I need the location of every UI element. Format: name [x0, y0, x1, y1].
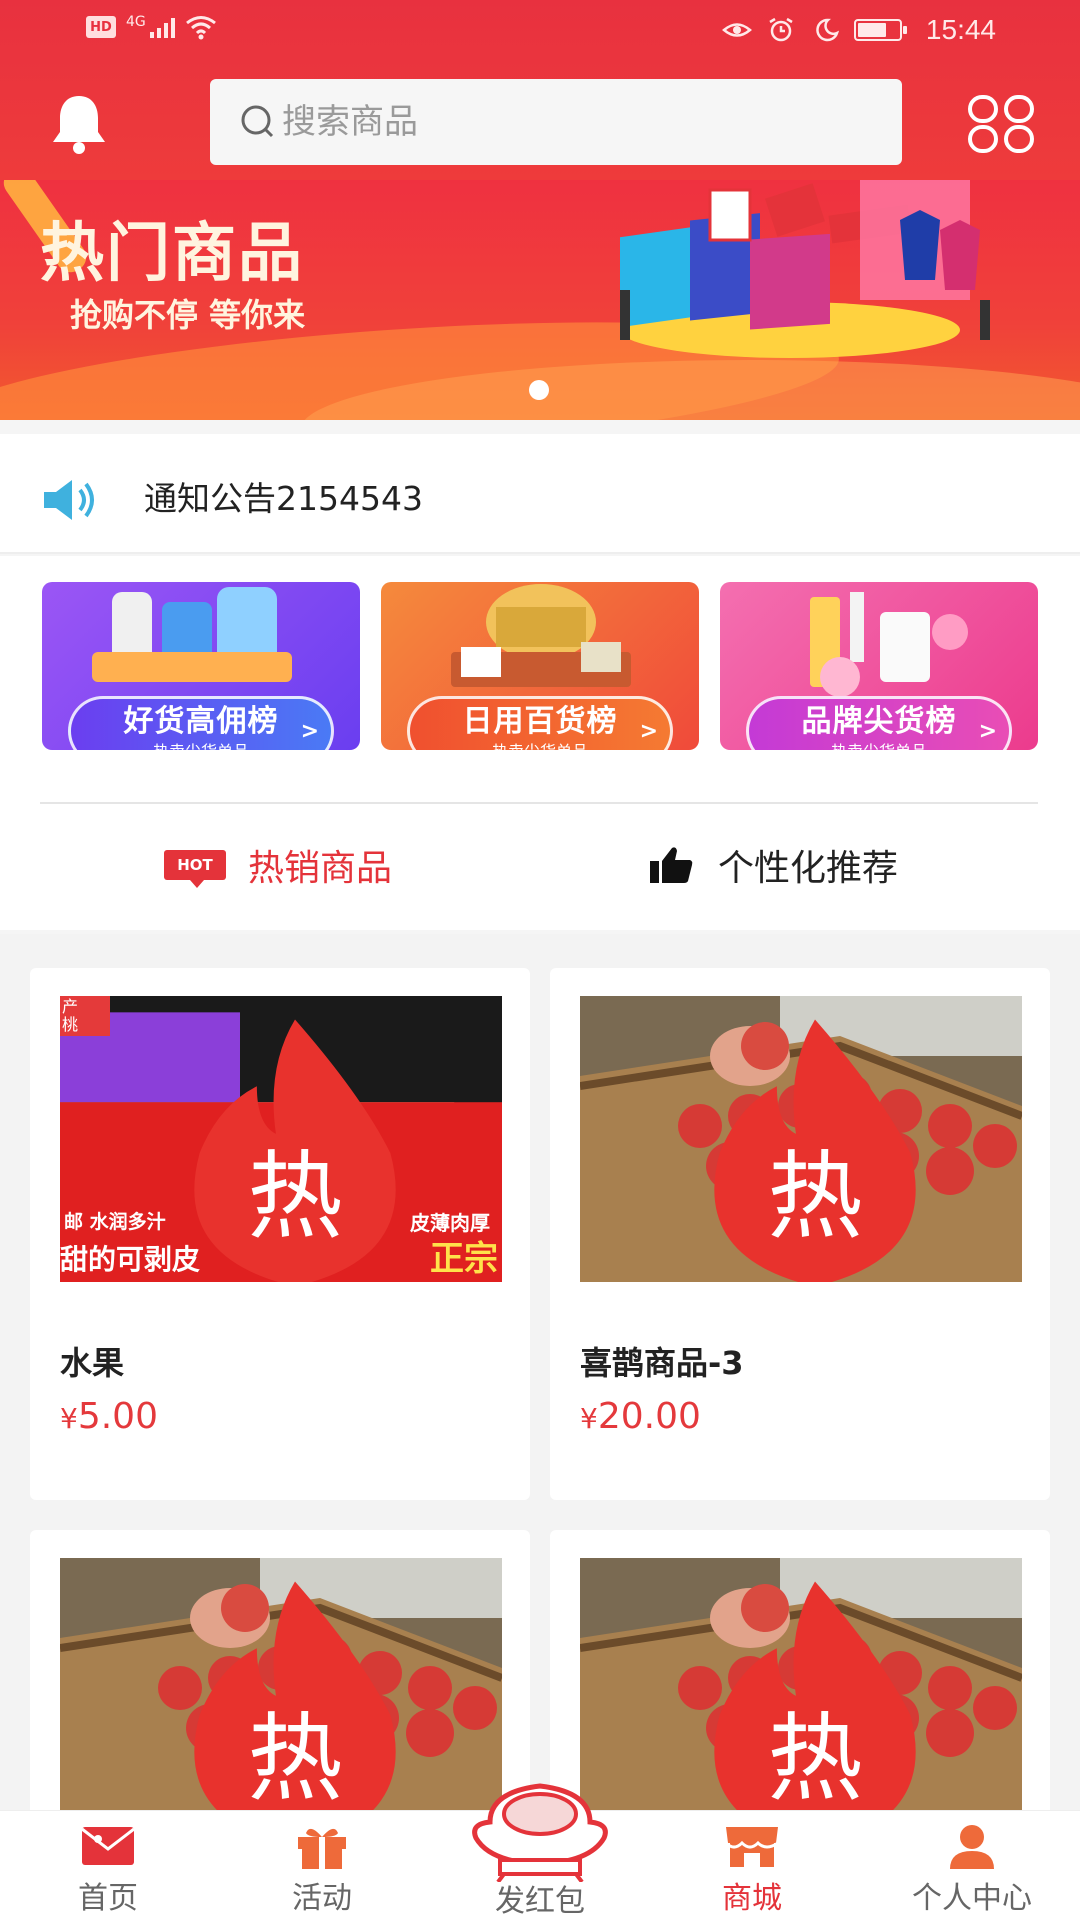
banner-title: 热门商品	[40, 217, 304, 291]
product-image: 热	[60, 1558, 502, 1844]
battery-icon	[853, 19, 907, 41]
product-card[interactable]: 热 喜鹊商品-3 ¥20.00	[550, 968, 1050, 1500]
product-grid: 邮 水润多汁 皮薄肉厚 甜的可剥皮 正宗 产 桃 热 水果 ¥5.00 热 喜鹊…	[0, 934, 1080, 1870]
price-value: 20.00	[597, 1396, 701, 1437]
hot-label: 热	[247, 1142, 342, 1252]
shop-icon	[724, 1827, 779, 1867]
hot-flame-icon: 热	[194, 1581, 396, 1844]
status-time: 15:44	[925, 14, 996, 45]
product-image: 热	[580, 996, 1022, 1282]
hot-label: 热	[247, 1704, 342, 1814]
grid-menu-icon[interactable]	[966, 94, 1036, 154]
search-bar[interactable]	[210, 79, 902, 165]
notice-text: 通知公告2154543	[144, 479, 423, 518]
nav-profile[interactable]: 个人中心	[872, 1811, 1072, 1920]
hot-flame-icon: 热	[194, 1019, 396, 1282]
hot-flame-icon: 热	[714, 1019, 916, 1282]
tab-hot-sales[interactable]: HOT 热销商品	[164, 806, 392, 924]
category-title: 好货高佣榜	[123, 704, 279, 739]
product-image: 邮 水润多汁 皮薄肉厚 甜的可剥皮 正宗 产 桃 热	[60, 996, 502, 1282]
product-name: 喜鹊商品-3	[580, 1344, 744, 1382]
promo-banner[interactable]: 热门商品 抢购不停 等你来	[0, 180, 1080, 420]
signal-icon	[149, 16, 175, 38]
category-card-high-commission[interactable]: 好货高佣榜 热卖尖货单品 >	[42, 582, 360, 750]
search-input[interactable]	[282, 102, 802, 142]
nav-label: 发红包	[495, 1884, 585, 1919]
thumbs-up-icon	[650, 847, 693, 883]
tab-label: 个性化推荐	[718, 848, 899, 889]
bell-icon[interactable]	[48, 92, 110, 156]
network-type: 4G	[126, 14, 146, 30]
product-price: ¥20.00	[580, 1396, 701, 1437]
category-subtitle: 热卖尖货单品	[831, 738, 927, 750]
category-card-brand-goods[interactable]: 品牌尖货榜 热卖尖货单品 >	[720, 582, 1038, 750]
currency-symbol: ¥	[60, 1402, 78, 1435]
shopping-bags-illustration	[620, 180, 990, 358]
chevron-right-icon: >	[978, 719, 997, 744]
divider	[40, 802, 1038, 804]
speaker-icon	[44, 480, 94, 520]
product-price: ¥5.00	[60, 1396, 158, 1437]
nav-shop[interactable]: 商城	[652, 1811, 852, 1920]
status-bar: HD 4G 15:44	[0, 0, 1080, 66]
nav-label: 首页	[78, 1881, 138, 1916]
wifi-icon	[185, 16, 216, 40]
moon-icon	[816, 18, 839, 42]
tab-recommend[interactable]: 个性化推荐	[648, 806, 898, 924]
carousel-dot[interactable]	[529, 380, 549, 400]
chevron-right-icon: >	[639, 719, 658, 744]
product-card[interactable]: 邮 水润多汁 皮薄肉厚 甜的可剥皮 正宗 产 桃 热 水果 ¥5.00	[30, 968, 530, 1500]
category-subtitle: 热卖尖货单品	[153, 738, 249, 750]
category-subtitle: 热卖尖货单品	[492, 738, 588, 750]
banner-subtitle: 抢购不停 等你来	[70, 296, 306, 334]
category-title: 日用百货榜	[462, 704, 618, 739]
gift-icon	[298, 1828, 346, 1869]
home-envelope-icon	[81, 1827, 135, 1865]
product-name: 水果	[60, 1344, 125, 1382]
nav-label: 活动	[292, 1881, 352, 1916]
notice-bar[interactable]: 通知公告2154543	[0, 434, 1080, 554]
user-icon	[950, 1825, 994, 1869]
hot-label: 热	[767, 1704, 862, 1814]
nav-label: 商城	[722, 1881, 782, 1916]
hd-badge: HD	[86, 16, 116, 38]
alarm-icon	[769, 17, 793, 42]
hot-flame-icon: 热	[714, 1581, 916, 1844]
price-value: 5.00	[77, 1396, 158, 1437]
category-section: 好货高佣榜 热卖尖货单品 > 日用百货榜 热卖尖货单品 > 品牌尖货榜	[0, 556, 1080, 930]
nav-home[interactable]: 首页	[8, 1811, 208, 1920]
category-title: 品牌尖货榜	[801, 704, 957, 739]
nav-activity[interactable]: 活动	[222, 1811, 422, 1920]
search-icon	[241, 105, 274, 138]
nav-label: 个人中心	[912, 1881, 1032, 1916]
app-header: HD 4G 15:44 搜索商品	[0, 0, 1080, 180]
hot-badge: HOT	[164, 850, 226, 888]
nav-red-packet[interactable]: 发红包	[470, 1772, 610, 1920]
category-card-daily-goods[interactable]: 日用百货榜 热卖尖货单品 >	[381, 582, 699, 750]
currency-symbol: ¥	[580, 1402, 598, 1435]
product-image: 热	[580, 1558, 1022, 1844]
chevron-right-icon: >	[300, 719, 319, 744]
hot-label: 热	[767, 1142, 862, 1252]
eye-icon	[721, 23, 752, 37]
tab-label: 热销商品	[248, 848, 393, 889]
product-tabs: HOT 热销商品 个性化推荐	[0, 806, 1080, 924]
red-packet-ingot-icon	[472, 1783, 608, 1884]
